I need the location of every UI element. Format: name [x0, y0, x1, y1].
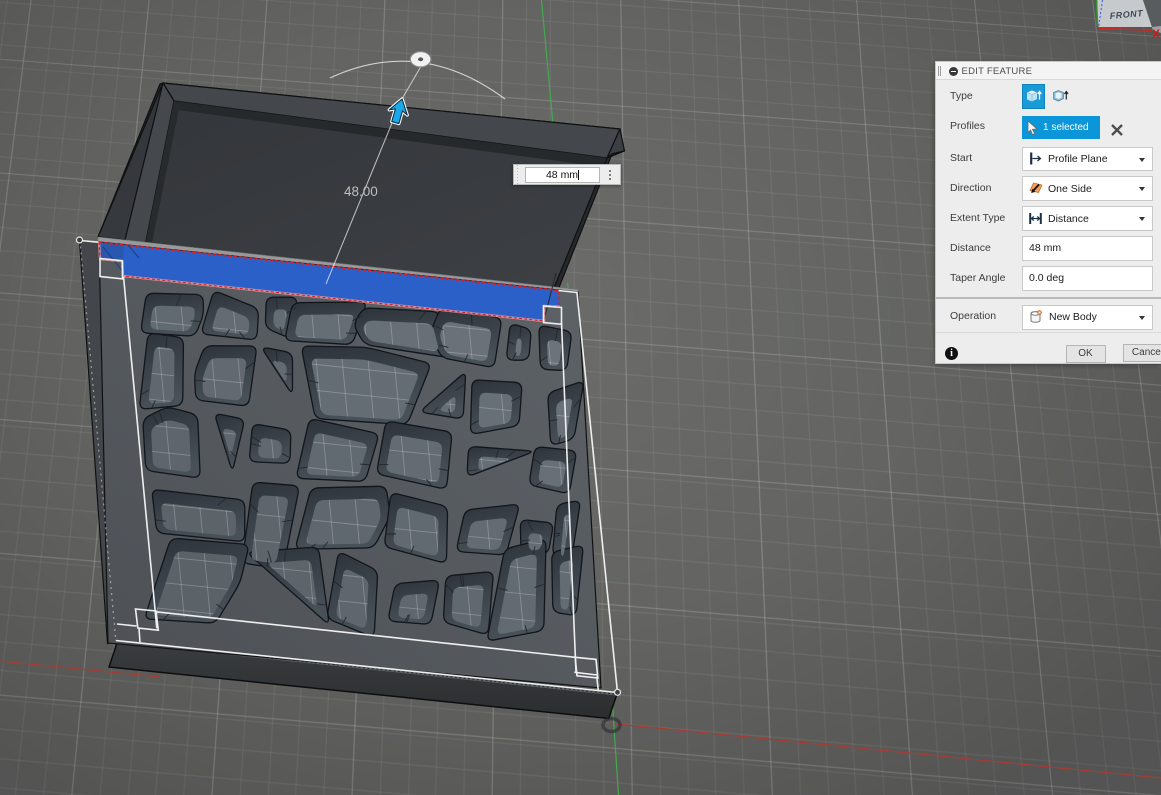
svg-text:X: X: [1152, 27, 1160, 41]
